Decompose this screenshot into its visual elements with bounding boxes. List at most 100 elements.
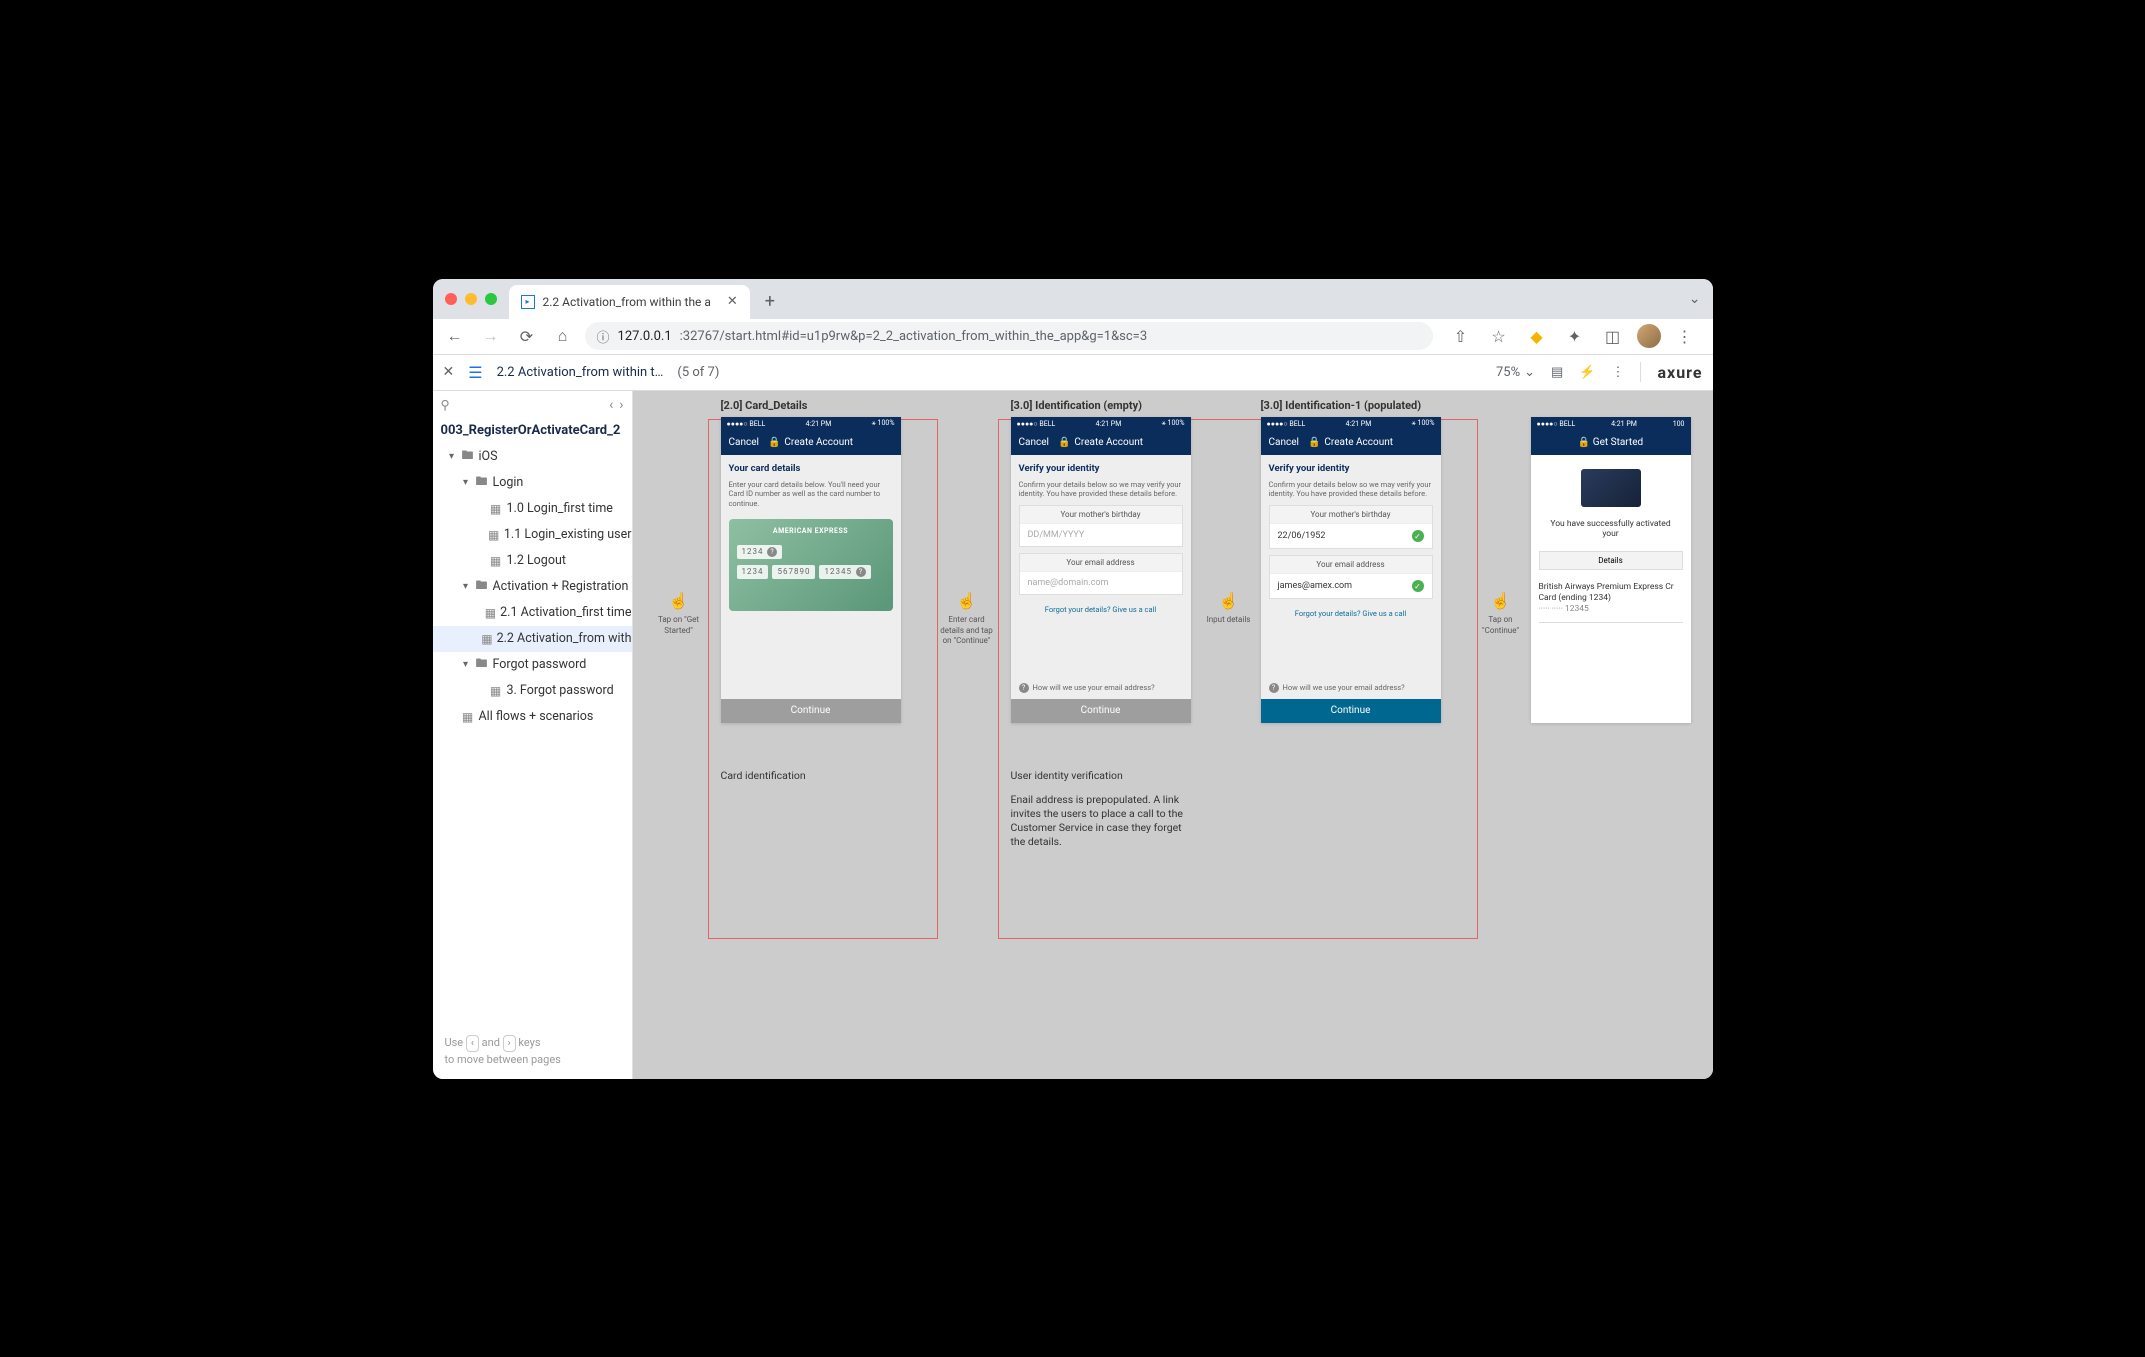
page-tree: ▾🖿iOS ▾🖿Login ▦1.0 Login_first time ▦1.1… [433, 444, 632, 1026]
profile-avatar[interactable] [1637, 324, 1661, 348]
menu-icon[interactable]: ☰ [468, 363, 482, 382]
address-bar[interactable]: ⓘ 127.0.0.1:32767/start.html#id=u1p9rw&p… [585, 322, 1433, 350]
prev-page-button[interactable]: ‹ [609, 397, 613, 413]
status-bar: ●●●●○ BELL4:21 PM⚹ 100% [1011, 417, 1191, 431]
home-button[interactable]: ⌂ [549, 322, 577, 350]
details-header: Details [1539, 551, 1683, 570]
tree-folder-forgot[interactable]: ▾🖿Forgot password [433, 652, 632, 678]
chevron-down-icon: ⌄ [1524, 365, 1535, 380]
card-number-field[interactable]: 567890 [772, 565, 815, 579]
cancel-button[interactable]: Cancel [729, 437, 759, 448]
tree-label: 1.2 Logout [507, 553, 566, 568]
page-tree-sidebar: ⚲ ‹› 003_RegisterOrActivateCard_2 ▾🖿iOS … [433, 391, 633, 1079]
cancel-button[interactable]: Cancel [1269, 437, 1299, 448]
tree-folder-login[interactable]: ▾🖿Login [433, 470, 632, 496]
continue-button[interactable]: Continue [1011, 699, 1191, 723]
tree-page-logout[interactable]: ▦1.2 Logout [433, 548, 632, 574]
more-icon[interactable]: ⋮ [1611, 365, 1624, 380]
new-tab-button[interactable]: + [756, 288, 784, 316]
close-panel-button[interactable]: ✕ [443, 364, 455, 380]
help-icon[interactable]: ? [856, 567, 866, 577]
nav-title: Create Account [1324, 437, 1393, 448]
tabs-dropdown-icon[interactable]: ⌄ [1689, 291, 1701, 307]
nav-bar: Cancel🔒Create Account [1011, 431, 1191, 455]
card-number-field[interactable]: 1234 [737, 565, 769, 579]
subtext: Enter your card details below. You'll ne… [729, 480, 893, 509]
flow-arrow: ☝Input details [1201, 591, 1257, 626]
screen-body: Your card details Enter your card detail… [721, 455, 901, 723]
continue-button[interactable]: Continue [721, 699, 901, 723]
screen-body: You have successfully activated your Det… [1531, 455, 1691, 723]
tree-page-activation-first[interactable]: ▦2.1 Activation_first time [433, 600, 632, 626]
notes-icon[interactable]: ▤ [1551, 365, 1563, 380]
share-icon[interactable]: ⇧ [1447, 322, 1475, 350]
tree-label: 1.0 Login_first time [507, 501, 613, 516]
screen-title: [3.0] Identification (empty) [1011, 399, 1142, 412]
back-button[interactable]: ← [441, 322, 469, 350]
field-mothers-birthday: Your mother's birthday 22/06/1952✓ [1269, 505, 1433, 549]
caption: User identity verification Enail address… [1011, 769, 1191, 850]
close-tab-icon[interactable]: ✕ [727, 294, 738, 309]
interactions-icon[interactable]: ⚡ [1579, 365, 1595, 380]
continue-button[interactable]: Continue [1261, 699, 1441, 723]
help-icon[interactable]: ? [1019, 683, 1029, 693]
stage: [2.0] Card_Details [3.0] Identification … [633, 391, 1713, 1051]
extensions-icon[interactable]: ✦ [1561, 322, 1589, 350]
nav-title: Create Account [784, 437, 853, 448]
help-icon[interactable]: ? [767, 547, 777, 557]
close-window-button[interactable] [445, 293, 457, 305]
success-text: You have successfully activated your [1539, 519, 1683, 539]
divider [1640, 362, 1641, 382]
sidepanel-icon[interactable]: ◫ [1599, 322, 1627, 350]
fullscreen-window-button[interactable] [485, 293, 497, 305]
folder-icon: 🖿 [475, 580, 489, 594]
tree-page-activation-from-within[interactable]: ▦2.2 Activation_from with [433, 626, 632, 652]
page-count: (5 of 7) [677, 365, 719, 380]
tree-folder-ios[interactable]: ▾🖿iOS [433, 444, 632, 470]
credit-card-graphic: AMERICAN EXPRESS 1234? 1234 567890 12345… [729, 519, 893, 611]
help-icon[interactable]: ? [1269, 683, 1279, 693]
tree-label: 1.1 Login_existing user [504, 527, 632, 542]
field-label: Your mother's birthday [1270, 506, 1432, 524]
prototype-canvas[interactable]: [2.0] Card_Details [3.0] Identification … [633, 391, 1713, 1079]
extension-icon[interactable]: ◆ [1523, 322, 1551, 350]
forgot-details-link[interactable]: Forgot your details? Give us a call [1269, 609, 1433, 618]
reload-button[interactable]: ⟳ [513, 322, 541, 350]
minimize-window-button[interactable] [465, 293, 477, 305]
field-label: Your email address [1270, 556, 1432, 574]
tree-page-login-existing[interactable]: ▦1.1 Login_existing user [433, 522, 632, 548]
folder-icon: 🖿 [461, 450, 475, 464]
mockup-success: ●●●●○ BELL4:21 PM100 🔒 Get Started You h… [1531, 417, 1691, 723]
zoom-control[interactable]: 75% ⌄ [1496, 365, 1535, 380]
zoom-value: 75% [1496, 365, 1520, 380]
cancel-button[interactable]: Cancel [1019, 437, 1049, 448]
tree-folder-activation[interactable]: ▾🖿Activation + Registration [433, 574, 632, 600]
bookmark-icon[interactable]: ☆ [1485, 322, 1513, 350]
date-input[interactable]: 22/06/1952✓ [1270, 524, 1432, 548]
tree-label: Activation + Registration [493, 579, 629, 594]
left-key-icon: ‹ [466, 1035, 479, 1052]
next-page-button[interactable]: › [619, 397, 623, 413]
card-id-field[interactable]: 1234? [737, 545, 783, 559]
card-number-field[interactable]: 12345? [819, 565, 870, 579]
lock-icon: 🔒 [1308, 437, 1320, 448]
browser-tab[interactable]: ▸ 2.2 Activation_from within the a ✕ [509, 285, 750, 319]
tree-page-forgot[interactable]: ▦3. Forgot password [433, 678, 632, 704]
check-icon: ✓ [1412, 530, 1424, 542]
flow-arrow: ☝Tap on "Get Started" [651, 591, 707, 637]
heading: Your card details [729, 463, 893, 474]
email-input[interactable]: name@domain.com [1020, 572, 1182, 594]
tree-label: 2.1 Activation_first time [500, 605, 631, 620]
tap-icon: ☝ [939, 591, 995, 612]
tree-page-all-flows[interactable]: ▦All flows + scenarios [433, 704, 632, 730]
site-info-icon[interactable]: ⓘ [597, 327, 610, 346]
tree-page-login-first[interactable]: ▦1.0 Login_first time [433, 496, 632, 522]
nav-title: Create Account [1074, 437, 1143, 448]
status-bar: ●●●●○ BELL4:21 PM⚹ 100% [721, 417, 901, 431]
date-input[interactable]: DD/MM/YYYY [1020, 524, 1182, 546]
search-icon[interactable]: ⚲ [441, 397, 450, 413]
forward-button[interactable]: → [477, 322, 505, 350]
chrome-menu-icon[interactable]: ⋮ [1671, 322, 1699, 350]
forgot-details-link[interactable]: Forgot your details? Give us a call [1019, 605, 1183, 614]
email-input[interactable]: james@amex.com✓ [1270, 574, 1432, 598]
